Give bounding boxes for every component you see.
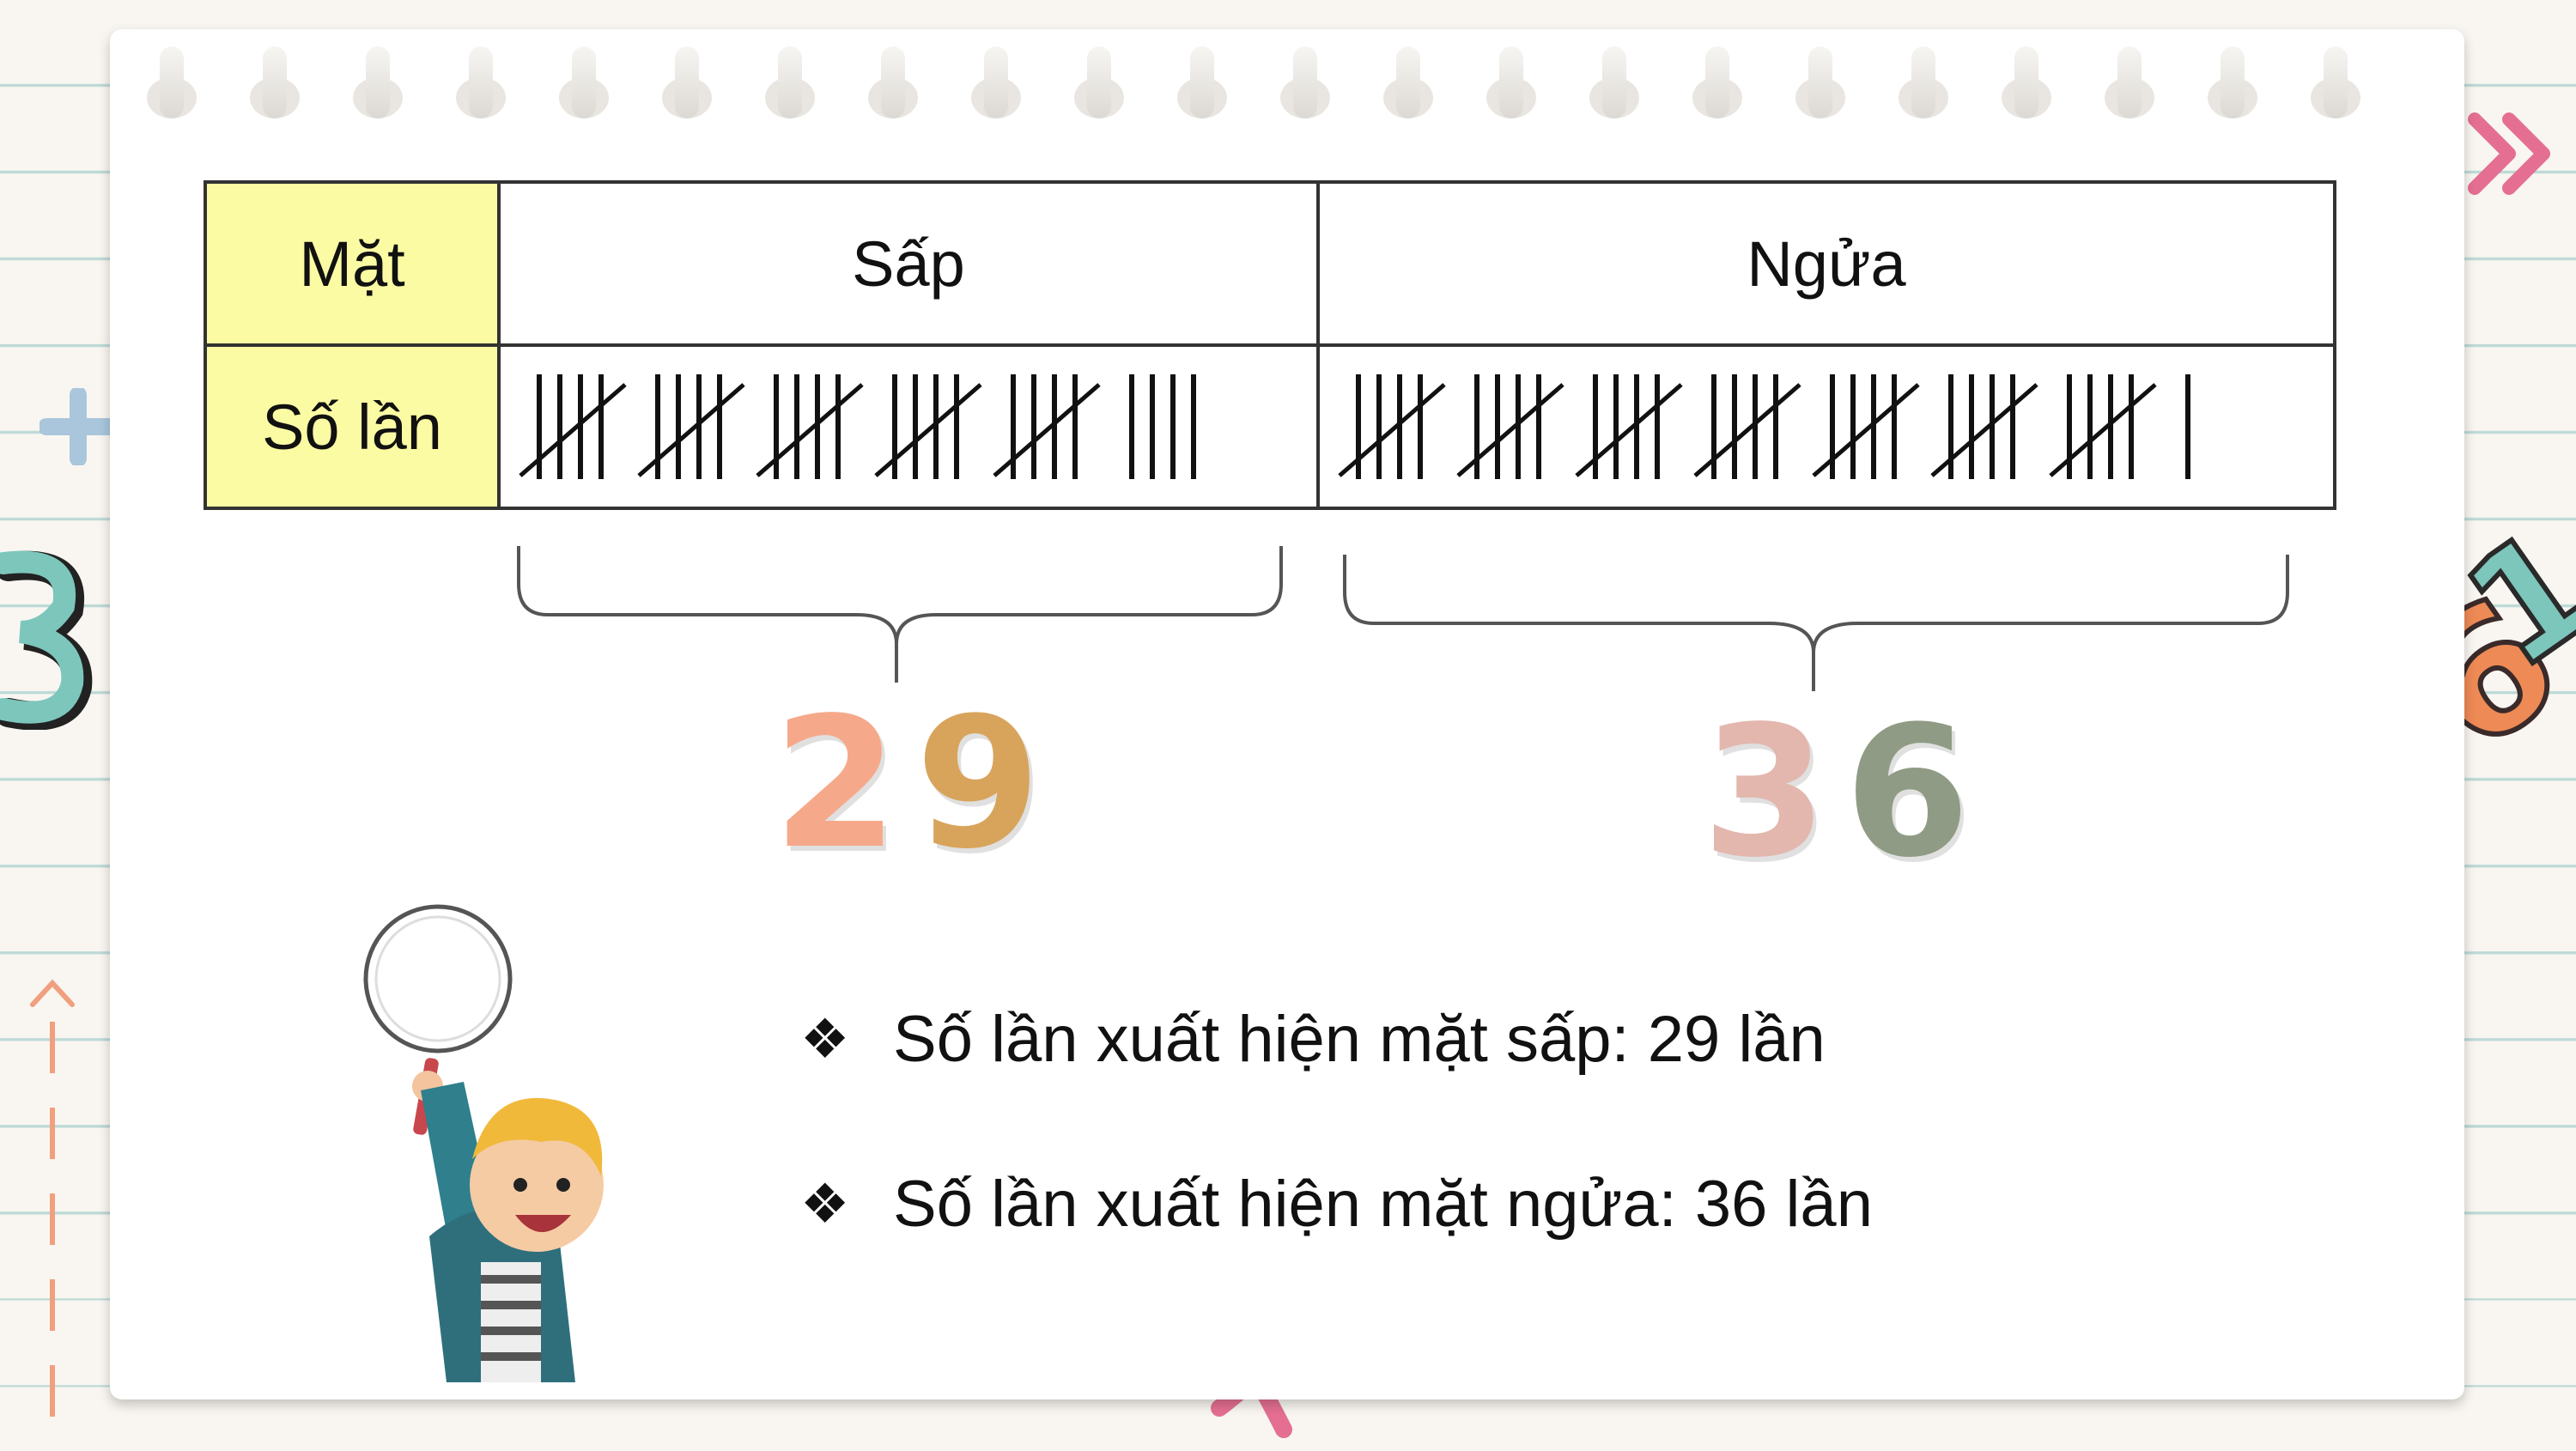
list-item: ❖ Số lần xuất hiện mặt ngửa: 36 lần xyxy=(800,1161,1873,1247)
tally-table: Mặt Sấp Ngửa Số lần xyxy=(204,180,2336,510)
tally-cell-sap xyxy=(497,343,1320,510)
column-header-ngua: Ngửa xyxy=(1316,180,2336,347)
summary-text-ngua: Số lần xuất hiện mặt ngửa: 36 lần xyxy=(893,1167,1873,1241)
tally-strike xyxy=(1693,383,1801,477)
tally-strike xyxy=(756,383,864,477)
digit: 3 xyxy=(1702,687,1845,897)
tally-cell-ngua xyxy=(1316,343,2336,510)
summary-list: ❖ Số lần xuất hiện mặt sấp: 29 lần ❖ Số … xyxy=(800,996,1873,1326)
tally-strike xyxy=(874,383,982,477)
column-header-sap: Sấp xyxy=(497,180,1320,347)
tally-strike xyxy=(519,383,627,477)
tally-strike xyxy=(1575,383,1683,477)
digit: 9 xyxy=(915,678,1059,889)
tally-strike xyxy=(1338,383,1446,477)
double-chevron-icon xyxy=(2468,112,2550,195)
tally-strike xyxy=(1812,383,1920,477)
tally-strike xyxy=(637,383,745,477)
brace-sap xyxy=(517,546,1283,683)
tally-marks-ngua xyxy=(1338,374,2190,479)
diamond-bullet-icon: ❖ xyxy=(800,1007,850,1070)
tally-strike xyxy=(993,383,1101,477)
tally-strike xyxy=(1930,383,2038,477)
header-cell-mat: Mặt xyxy=(204,180,501,347)
list-item: ❖ Số lần xuất hiện mặt sấp: 29 lần xyxy=(800,996,1873,1082)
total-sap: 29 xyxy=(773,678,1058,889)
boy-with-magnifier xyxy=(363,904,604,1382)
table-row: Mặt Sấp Ngửa xyxy=(204,180,2336,347)
plus-icon xyxy=(39,388,117,465)
arrow-up-icon xyxy=(30,979,75,1451)
tally-strike xyxy=(2049,383,2157,477)
diamond-bullet-icon: ❖ xyxy=(800,1172,850,1235)
spiral-binding xyxy=(110,29,2464,149)
digit: 2 xyxy=(773,678,916,889)
digit: 6 xyxy=(1844,687,1988,897)
tally-strike xyxy=(1456,383,1564,477)
tally-marks-sap xyxy=(519,374,1196,479)
table-row: Số lần xyxy=(204,343,2336,510)
brace-ngua xyxy=(1343,555,2289,691)
header-cell-so-lan: Số lần xyxy=(204,343,501,510)
summary-text-sap: Số lần xuất hiện mặt sấp: 29 lần xyxy=(893,1002,1826,1076)
three-doodle xyxy=(0,550,93,730)
total-ngua: 36 xyxy=(1702,687,1987,897)
